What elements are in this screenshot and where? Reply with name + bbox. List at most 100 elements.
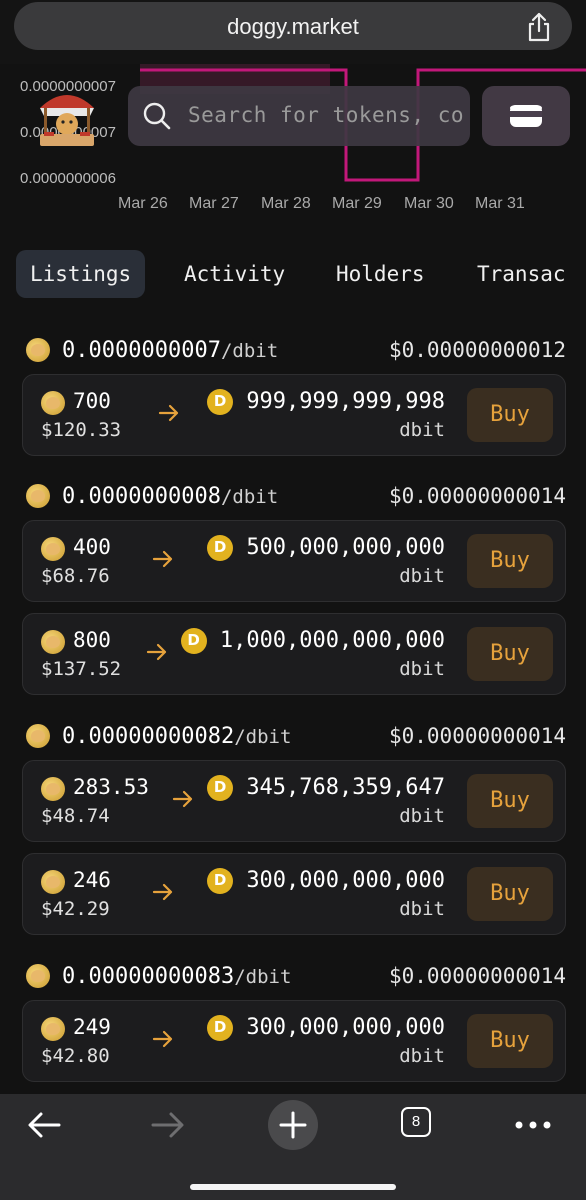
- x-tick-label: Mar 31: [475, 195, 525, 212]
- listing-amount: 246: [73, 868, 111, 892]
- unit-price: 0.00000000083/dbit: [62, 964, 291, 989]
- doge-coin-icon: [41, 537, 65, 561]
- listing-card[interactable]: 700 $120.33 999,999,999,998 dbit Buy: [22, 374, 566, 456]
- token-amount: 345,768,359,647: [246, 775, 445, 800]
- unit-price-suffix: /dbit: [234, 966, 292, 988]
- browser-top-bar: doggy.market: [0, 0, 586, 64]
- url-bar[interactable]: doggy.market: [14, 2, 572, 50]
- new-tab-button[interactable]: [268, 1100, 318, 1150]
- listing-tokens: 300,000,000,000: [207, 1015, 445, 1041]
- unit-price-usd: $0.00000000014: [388, 484, 566, 508]
- doge-coin-icon: [26, 338, 50, 362]
- new-tab-plus-icon: [279, 1111, 307, 1139]
- arrow-right-icon: [152, 550, 173, 568]
- arrow-right-icon: [146, 643, 167, 661]
- unit-price: 0.0000000007/dbit: [62, 338, 278, 363]
- unit-price: 0.0000000008/dbit: [62, 484, 278, 509]
- search-icon: [143, 102, 171, 130]
- doge-coin-icon: [41, 870, 65, 894]
- x-tick-label: Mar 27: [189, 195, 239, 212]
- dbit-coin-icon: [180, 628, 207, 654]
- unit-price-value: 0.0000000007: [62, 338, 221, 363]
- listing-tokens: 500,000,000,000: [207, 535, 445, 561]
- doge-coin-icon: [41, 1017, 65, 1041]
- listing-tokens: 345,768,359,647: [207, 775, 445, 801]
- tab-count: 8: [411, 1113, 421, 1130]
- unit-price-suffix: /dbit: [220, 340, 279, 362]
- doge-coin-icon: [26, 724, 50, 748]
- token-unit: dbit: [399, 898, 445, 920]
- dbit-coin-icon: [207, 775, 234, 801]
- token-unit: dbit: [399, 658, 445, 680]
- token-unit: dbit: [399, 805, 445, 827]
- home-indicator[interactable]: [190, 1184, 396, 1190]
- listing-amount-usd: $120.33: [41, 419, 122, 441]
- unit-price-suffix: /dbit: [234, 726, 292, 748]
- tab-transactions[interactable]: Transac: [463, 250, 580, 298]
- url-text: doggy.market: [227, 14, 359, 39]
- buy-button[interactable]: Buy: [467, 388, 553, 442]
- token-amount: 300,000,000,000: [246, 1015, 445, 1040]
- doge-coin-icon: [26, 964, 50, 988]
- listing-price-header: 0.00000000083/dbit $0.00000000014: [26, 964, 566, 994]
- unit-price-value: 0.0000000008: [62, 484, 221, 509]
- share-icon[interactable]: [526, 12, 552, 42]
- buy-button[interactable]: Buy: [467, 1014, 553, 1068]
- listing-price-header: 0.0000000008/dbit $0.00000000014: [26, 484, 566, 514]
- y-tick-label: 0.0000000006: [20, 170, 116, 187]
- listing-amount-usd: $48.74: [41, 805, 110, 827]
- dbit-coin-icon: [207, 535, 234, 561]
- listing-amount-usd: $137.52: [41, 658, 122, 680]
- token-amount: 1,000,000,000,000: [219, 628, 445, 653]
- wallet-button[interactable]: [482, 86, 570, 146]
- unit-price-usd: $0.00000000014: [388, 964, 566, 988]
- token-unit: dbit: [399, 419, 445, 441]
- back-arrow-icon[interactable]: [26, 1110, 62, 1140]
- listing-amount: 800: [73, 628, 111, 652]
- unit-price-usd: $0.00000000014: [388, 724, 566, 748]
- more-icon[interactable]: [514, 1120, 552, 1130]
- search-input[interactable]: Search for tokens, co: [188, 103, 464, 127]
- listing-amount-usd: $68.76: [41, 565, 110, 587]
- x-tick-label: Mar 30: [404, 195, 454, 212]
- doge-coin-icon: [41, 630, 65, 654]
- x-tick-label: Mar 28: [261, 195, 311, 212]
- doge-coin-icon: [41, 777, 65, 801]
- listing-amount-usd: $42.80: [41, 1045, 110, 1067]
- wallet-icon: [510, 105, 542, 127]
- listing-tokens: 300,000,000,000: [207, 868, 445, 894]
- doggy-market-logo[interactable]: [36, 86, 98, 150]
- forward-arrow-icon[interactable]: [150, 1110, 186, 1140]
- tab-bar: Listings Activity Holders Transac: [0, 250, 586, 300]
- listing-amount-usd: $42.29: [41, 898, 110, 920]
- search-bar[interactable]: Search for tokens, co: [128, 86, 470, 146]
- listing-card[interactable]: 246 $42.29 300,000,000,000 dbit Buy: [22, 853, 566, 935]
- listing-card[interactable]: 283.53 $48.74 345,768,359,647 dbit Buy: [22, 760, 566, 842]
- dbit-coin-icon: [207, 868, 234, 894]
- tab-holders[interactable]: Holders: [322, 250, 439, 298]
- listing-card[interactable]: 400 $68.76 500,000,000,000 dbit Buy: [22, 520, 566, 602]
- unit-price-usd: $0.00000000012: [388, 338, 566, 362]
- listing-price-header: 0.00000000082/dbit $0.00000000014: [26, 724, 566, 754]
- arrow-right-icon: [158, 404, 179, 422]
- listing-tokens: 999,999,999,998: [207, 389, 445, 415]
- buy-button[interactable]: Buy: [467, 867, 553, 921]
- x-tick-label: Mar 26: [118, 195, 168, 212]
- browser-bottom-bar: 8: [0, 1094, 586, 1200]
- token-unit: dbit: [399, 565, 445, 587]
- doge-coin-icon: [26, 484, 50, 508]
- listing-amount: 400: [73, 535, 111, 559]
- unit-price-value: 0.00000000082: [62, 724, 235, 749]
- tab-activity[interactable]: Activity: [170, 250, 299, 298]
- listing-tokens: 1,000,000,000,000: [180, 628, 445, 654]
- listing-card[interactable]: 249 $42.80 300,000,000,000 dbit Buy: [22, 1000, 566, 1082]
- listing-amount: 249: [73, 1015, 111, 1039]
- listing-card[interactable]: 800 $137.52 1,000,000,000,000 dbit Buy: [22, 613, 566, 695]
- buy-button[interactable]: Buy: [467, 534, 553, 588]
- buy-button[interactable]: Buy: [467, 774, 553, 828]
- unit-price: 0.00000000082/dbit: [62, 724, 291, 749]
- tabs-button[interactable]: 8: [401, 1107, 431, 1137]
- buy-button[interactable]: Buy: [467, 627, 553, 681]
- dbit-coin-icon: [207, 1015, 234, 1041]
- tab-listings[interactable]: Listings: [16, 250, 146, 298]
